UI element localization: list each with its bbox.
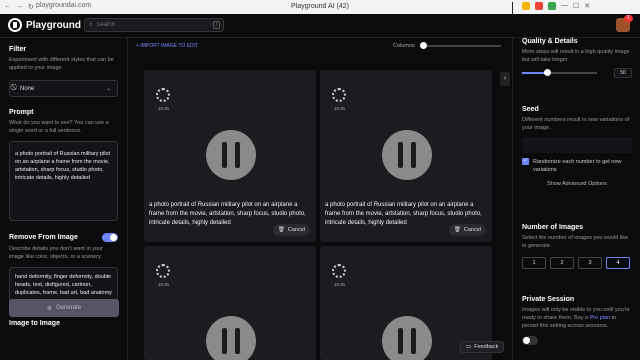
app-logo[interactable]: Playground — [8, 18, 81, 32]
app-header: Playground ⌕ / 1 — [0, 14, 640, 38]
chevron-right-icon[interactable]: › — [500, 72, 510, 86]
seed-heading: Seed — [522, 106, 539, 113]
plus-circle-icon: ⊕ — [46, 305, 52, 312]
loading-spinner-icon — [156, 264, 170, 278]
loading-spinner-icon — [156, 88, 170, 102]
remove-description: Describe details you don't want in your … — [9, 246, 103, 260]
cancel-button[interactable]: 🗑 Cancel — [272, 224, 310, 236]
search-input[interactable] — [96, 22, 207, 28]
notification-badge: 1 — [624, 15, 633, 22]
remove-from-image-toggle[interactable] — [102, 233, 118, 242]
columns-slider[interactable] — [419, 42, 501, 49]
randomize-label: Randomize each number to get new variati… — [533, 159, 622, 173]
trash-icon: 🗑 — [453, 227, 461, 233]
private-session-description: Images will only be visible to you until… — [522, 306, 632, 330]
feedback-button[interactable]: ▭ Feedback — [460, 341, 505, 353]
show-advanced-options-link[interactable]: Show Advanced Options — [522, 180, 632, 188]
private-session-toggle[interactable] — [522, 336, 538, 345]
randomize-checkbox[interactable]: ✓ — [522, 158, 529, 165]
image-card[interactable]: 10.8s a photo portrait of Russian milita… — [144, 70, 316, 242]
right-settings-panel: Quality & Details More steps will result… — [512, 38, 640, 360]
elapsed-time: 10.8s — [158, 106, 170, 111]
prompt-description: What do you want to see? You can use a s… — [9, 120, 109, 134]
trash-icon: 🗑 — [277, 227, 285, 233]
extension-icon[interactable] — [548, 2, 556, 10]
placeholder-logo-icon — [382, 316, 432, 360]
chevron-down-icon: ⌄ — [105, 86, 111, 92]
search-icon: ⌕ — [89, 21, 93, 28]
quality-description: More steps will result in a high quality… — [522, 49, 630, 63]
remove-heading: Remove From Image — [9, 234, 78, 241]
forward-icon[interactable]: → — [16, 3, 23, 11]
num-images-option[interactable]: 1 — [522, 257, 546, 269]
private-session-heading: Private Session — [522, 296, 575, 303]
reload-icon[interactable]: ↻ — [28, 3, 34, 11]
num-images-option[interactable]: 3 — [578, 257, 602, 269]
image-to-image-heading: Image to Image — [9, 320, 60, 327]
number-of-images-description: Select the number of images you would li… — [522, 235, 629, 249]
columns-control: Columns — [393, 42, 501, 49]
feedback-label: Feedback — [474, 344, 499, 350]
seed-input[interactable] — [522, 137, 632, 153]
slider-knob[interactable] — [543, 69, 551, 76]
prompt-textarea[interactable]: a photo portrait of Russian military pil… — [9, 141, 118, 221]
app-name: Playground — [26, 19, 82, 31]
loading-spinner-icon — [332, 88, 346, 102]
number-of-images-heading: Number of Images — [522, 224, 584, 231]
filter-select[interactable]: ⃠ None ⌄ — [9, 80, 118, 97]
num-images-option[interactable]: 2 — [550, 257, 574, 269]
elapsed-time: 10.8s — [334, 106, 346, 111]
cancel-button[interactable]: 🗑 Cancel — [448, 224, 486, 236]
back-icon[interactable]: ← — [4, 3, 11, 11]
quality-slider[interactable] — [522, 69, 597, 76]
placeholder-logo-icon — [382, 130, 432, 180]
num-images-option-selected[interactable]: 4 — [606, 257, 630, 269]
cancel-label: Cancel — [287, 227, 305, 233]
search-shortcut-hint: / — [212, 21, 220, 29]
filter-value: None — [20, 85, 35, 92]
chat-icon: ▭ — [466, 344, 472, 350]
quality-value-input[interactable]: 50 — [614, 68, 632, 78]
image-feed: + IMPORT IMAGE TO EDIT Columns 10.8s a p… — [128, 38, 512, 360]
slider-knob[interactable] — [419, 42, 427, 49]
filter-description: Experiment with different styles that ca… — [9, 57, 114, 71]
search-box[interactable]: ⌕ / — [84, 18, 224, 32]
prompt-heading: Prompt — [9, 109, 34, 116]
elapsed-time: 10.8s — [158, 282, 170, 287]
browser-chrome: ← → ↻ playgroundai.com Playground AI (42… — [0, 0, 640, 324]
playground-logo-icon — [8, 18, 22, 32]
generate-label: Generate — [56, 305, 82, 311]
generate-button[interactable]: ⊕ Generate — [9, 299, 119, 317]
image-card[interactable]: 10.8s — [144, 246, 316, 360]
extension-icon[interactable] — [522, 2, 530, 10]
quality-heading: Quality & Details — [522, 38, 578, 45]
filter-heading: Filter — [9, 46, 27, 53]
number-of-images-options: 1 2 3 4 — [522, 257, 632, 269]
placeholder-logo-icon — [206, 130, 256, 180]
seed-description: Different numbers result in new variatio… — [522, 117, 630, 131]
loading-spinner-icon — [332, 264, 346, 278]
image-card[interactable]: 10.8s a photo portrait of Russian milita… — [320, 70, 492, 242]
placeholder-logo-icon — [206, 316, 256, 360]
import-image-link[interactable]: + IMPORT IMAGE TO EDIT — [136, 43, 198, 49]
cancel-label: Cancel — [463, 227, 481, 233]
extension-icon[interactable] — [535, 2, 543, 10]
pro-plan-link[interactable]: Pro plan — [590, 315, 611, 321]
columns-label: Columns — [393, 43, 415, 49]
elapsed-time: 10.8s — [334, 282, 346, 287]
address-bar[interactable]: playgroundai.com — [36, 2, 91, 9]
